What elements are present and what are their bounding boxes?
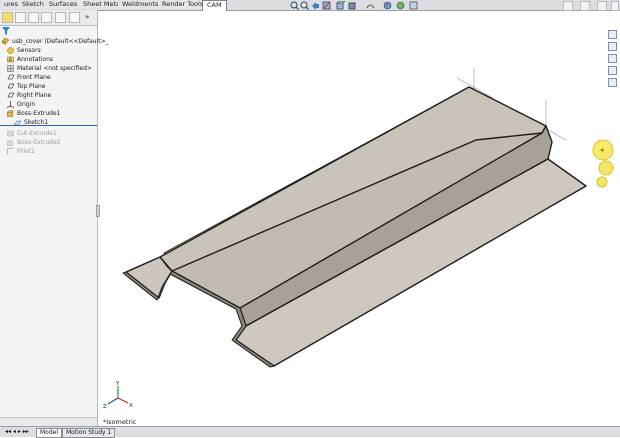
view-triad[interactable]	[107, 386, 129, 405]
file-explorer-icon[interactable]	[608, 54, 617, 63]
view-orientation-label: *Isometric	[103, 418, 137, 426]
part-body[interactable]	[122, 86, 587, 368]
tab-motion-study-1[interactable]: Motion Study 1	[62, 428, 116, 438]
triad-y-label: Y	[115, 381, 120, 387]
appearance-flyout-icon[interactable]: ✦	[592, 139, 614, 188]
svg-text:✦: ✦	[599, 146, 606, 155]
task-pane-bar	[607, 30, 618, 90]
tab-scroll-arrows[interactable]: ◂◂ ◂ ▸ ▸▸	[2, 428, 34, 436]
triad-z-label: Z	[103, 404, 107, 410]
bottom-tab-bar: ◂◂ ◂ ▸ ▸▸ Model Motion Study 1	[0, 426, 620, 438]
tab-model[interactable]: Model	[36, 428, 63, 438]
appearances-scenes-icon[interactable]	[608, 78, 617, 87]
graphics-viewport[interactable]: Y X Z ✦	[0, 0, 620, 436]
design-library-icon[interactable]	[608, 42, 617, 51]
solidworks-resources-icon[interactable]	[608, 30, 617, 39]
view-palette-icon[interactable]	[608, 66, 617, 75]
triad-x-label: X	[129, 403, 133, 409]
